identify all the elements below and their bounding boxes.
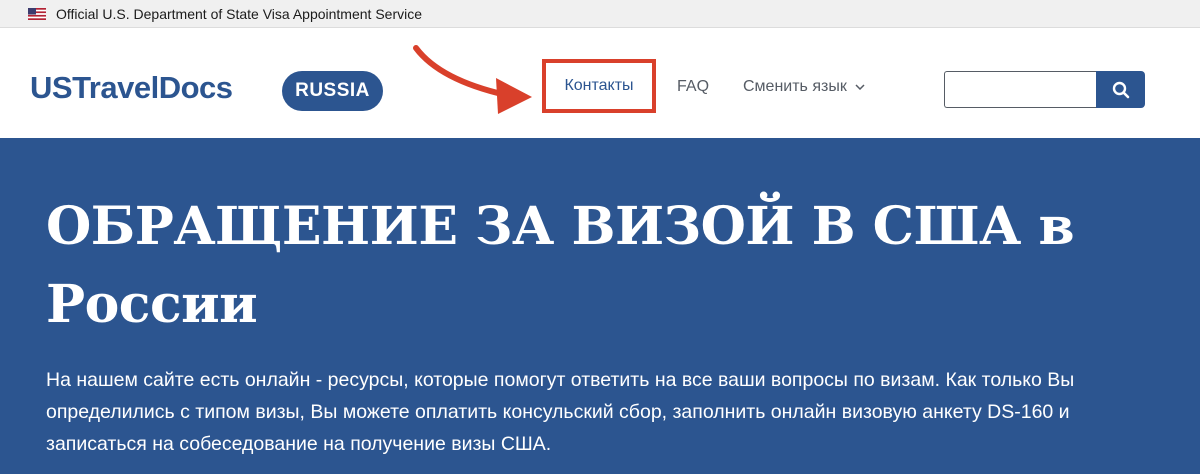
- hero-description: На нашем сайте есть онлайн - ресурсы, ко…: [46, 369, 1075, 455]
- nav-contacts-link[interactable]: Контакты: [542, 59, 656, 113]
- language-switcher-label: Сменить язык: [743, 78, 847, 95]
- site-header: USTravelDocs RUSSIA Контакты FAQ Сменить…: [0, 28, 1200, 138]
- search-input[interactable]: [944, 71, 1096, 108]
- language-switcher[interactable]: Сменить язык: [743, 78, 865, 96]
- site-logo[interactable]: USTravelDocs: [30, 70, 233, 106]
- hero-section: ОБРАЩЕНИЕ ЗА ВИЗОЙ В США в России На наш…: [0, 138, 1200, 474]
- page-title: ОБРАЩЕНИЕ ЗА ВИЗОЙ В США в России: [46, 196, 1075, 335]
- official-gov-banner: Official U.S. Department of State Visa A…: [0, 0, 1200, 28]
- us-flag-icon: [28, 7, 46, 20]
- official-banner-text: Official U.S. Department of State Visa A…: [56, 5, 422, 22]
- chevron-down-icon: [855, 84, 865, 90]
- nav-faq-link[interactable]: FAQ: [677, 78, 709, 96]
- arrow-icon: [413, 45, 532, 114]
- search-button[interactable]: [1096, 71, 1145, 108]
- country-badge[interactable]: RUSSIA: [282, 71, 383, 111]
- search-icon: [1112, 81, 1129, 98]
